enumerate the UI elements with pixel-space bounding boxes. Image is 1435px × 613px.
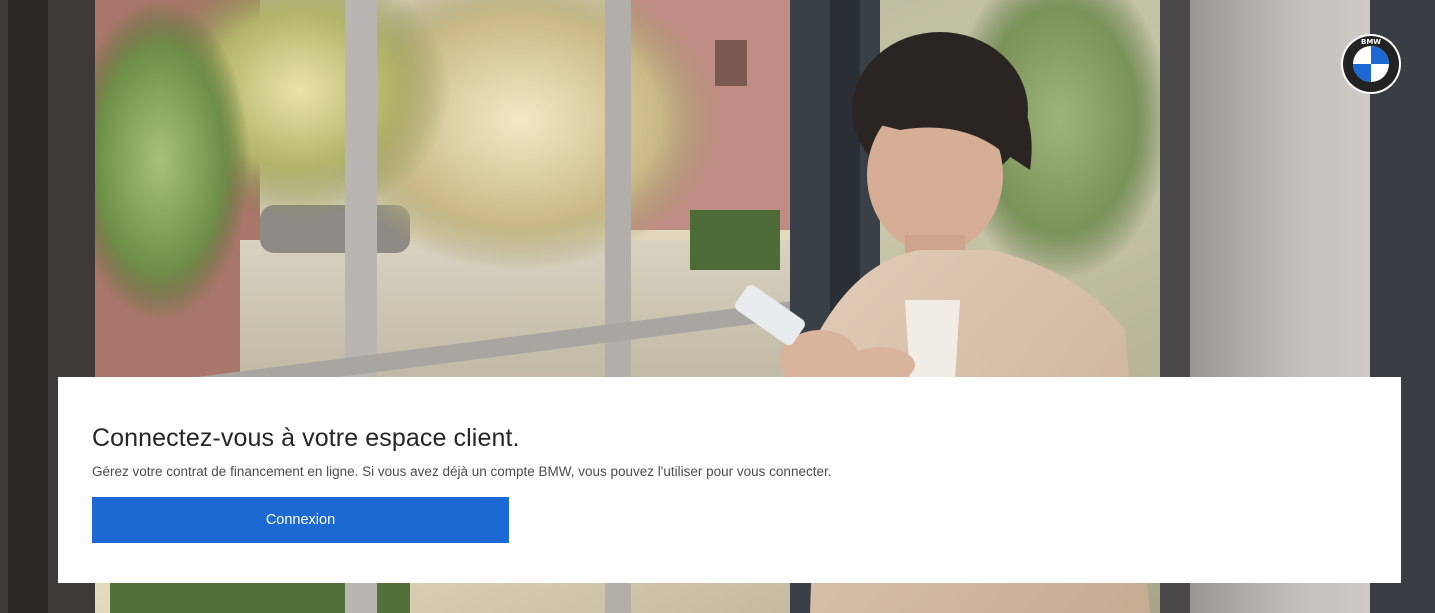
bmw-logo-text: BMW [1361,38,1381,46]
bmw-logo-icon[interactable]: BMW [1340,33,1402,95]
login-card-title: Connectez-vous à votre espace client. [92,424,520,452]
login-card: Connectez-vous à votre espace client. Gé… [58,377,1401,583]
login-card-description: Gérez votre contrat de financement en li… [92,464,832,479]
connexion-button[interactable]: Connexion [92,497,509,543]
